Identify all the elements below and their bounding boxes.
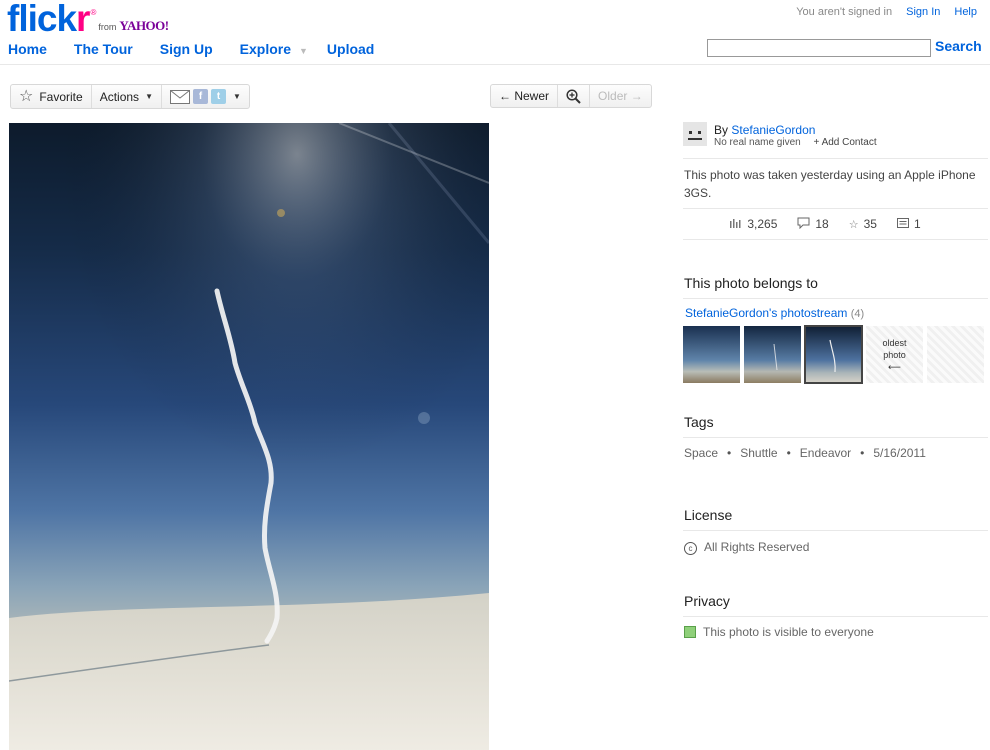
nav-the-tour[interactable]: The Tour xyxy=(74,41,133,57)
license-info[interactable]: c All Rights Reserved xyxy=(683,531,988,563)
oldest-photo-marker: oldest photo ⟵ xyxy=(866,326,923,383)
photo-stats: 3,265 18 ☆ 35 1 xyxy=(683,209,988,239)
photostream-thumbnail-current[interactable] xyxy=(804,325,863,384)
nav-home[interactable]: Home xyxy=(8,41,47,57)
photo-description: This photo was taken yesterday using an … xyxy=(684,168,976,200)
privacy-text: This photo is visible to everyone xyxy=(703,625,874,639)
favorites-count: 35 xyxy=(863,217,877,231)
twitter-icon[interactable]: t xyxy=(210,89,226,104)
zoom-button[interactable] xyxy=(558,85,591,107)
tag-separator: • xyxy=(786,446,791,460)
comments-stat[interactable]: 18 xyxy=(797,217,829,232)
share-menu-button[interactable]: f t ▼ xyxy=(162,85,249,108)
chevron-down-icon: ▼ xyxy=(145,92,153,101)
public-status-icon xyxy=(684,626,696,638)
tags-title: Tags xyxy=(684,414,714,430)
photo-pager: ← Newer Older → xyxy=(490,84,652,108)
empty-thumbnail-slot xyxy=(927,326,984,383)
help-link[interactable]: Help xyxy=(954,6,977,18)
main-photo[interactable] xyxy=(9,123,489,750)
search-input[interactable] xyxy=(707,39,931,57)
tag-link[interactable]: Endeavor xyxy=(800,446,851,460)
flickr-logo[interactable]: flickr ® from YAHOO! xyxy=(7,0,169,39)
shuttle-launch-photo xyxy=(9,123,489,750)
chevron-down-icon: ▼ xyxy=(232,92,241,101)
yahoo-logo: YAHOO! xyxy=(119,18,169,33)
email-icon[interactable] xyxy=(169,89,190,104)
views-count: 3,265 xyxy=(747,217,778,231)
account-links: You aren't signed in Sign In Help xyxy=(796,6,977,18)
license-title: License xyxy=(684,507,733,523)
privacy-title: Privacy xyxy=(684,593,730,609)
logo-from-text: from xyxy=(98,22,117,32)
tag-separator: • xyxy=(727,446,732,460)
search-button[interactable]: Search xyxy=(935,38,982,54)
nav-upload[interactable]: Upload xyxy=(327,41,374,57)
owner-block: By StefanieGordon No real name given + A… xyxy=(683,118,988,158)
views-stat: 3,265 xyxy=(730,217,777,231)
nav-explore-label: Explore xyxy=(239,41,291,57)
facebook-icon[interactable]: f xyxy=(192,89,208,104)
notes-count: 1 xyxy=(913,217,921,231)
favorites-stat[interactable]: ☆ 35 xyxy=(849,217,877,231)
notes-stat[interactable]: 1 xyxy=(896,217,921,231)
tag-link[interactable]: Space xyxy=(684,446,718,460)
owner-byline: By StefanieGordon xyxy=(714,123,877,137)
owner-name-link[interactable]: StefanieGordon xyxy=(731,123,815,137)
belongs-title: This photo belongs to xyxy=(684,275,818,291)
favorite-button[interactable]: ☆ Favorite xyxy=(11,85,92,108)
add-contact-link[interactable]: + Add Contact xyxy=(814,137,877,148)
sign-in-link[interactable]: Sign In xyxy=(906,6,940,18)
license-text: All Rights Reserved xyxy=(704,540,810,554)
arrow-left-icon: ⟵ xyxy=(888,362,901,372)
privacy-info: This photo is visible to everyone xyxy=(683,617,988,647)
photo-sidebar: By StefanieGordon No real name given + A… xyxy=(683,118,988,647)
zoom-in-icon xyxy=(566,88,581,104)
note-icon xyxy=(896,217,909,231)
divider xyxy=(683,298,988,299)
photostream-thumbnail[interactable] xyxy=(683,326,740,383)
tag-link[interactable]: Shuttle xyxy=(740,446,777,460)
logo-registered-mark: ® xyxy=(90,8,97,17)
copyright-icon: c xyxy=(684,542,697,555)
real-name-text: No real name given xyxy=(714,137,801,148)
nav-explore[interactable]: Explore ▼ xyxy=(240,41,308,57)
signed-out-status: You aren't signed in xyxy=(796,6,893,18)
nav-sign-up[interactable]: Sign Up xyxy=(160,41,213,57)
comments-count: 18 xyxy=(815,217,829,231)
views-icon xyxy=(730,218,742,231)
star-icon: ☆ xyxy=(19,87,34,105)
photostream-thumbnails: oldest photo ⟵ xyxy=(683,325,988,384)
star-icon: ☆ xyxy=(848,218,859,231)
actions-label: Actions xyxy=(99,89,140,104)
oldest-label-2: photo xyxy=(883,350,906,360)
by-label: By xyxy=(714,123,729,137)
avatar[interactable] xyxy=(683,122,707,146)
logo-wordmark: flickr xyxy=(7,0,90,39)
photostream-name: StefanieGordon's photostream xyxy=(685,306,848,320)
favorite-label: Favorite xyxy=(39,89,83,104)
older-button: Older → xyxy=(598,89,643,103)
tag-separator: • xyxy=(860,446,865,460)
photostream-thumbnail[interactable] xyxy=(744,326,801,383)
main-nav: Home The Tour Sign Up Explore ▼ Upload xyxy=(8,41,401,57)
owner-subline: No real name given + Add Contact xyxy=(714,137,877,148)
photostream-count: (4) xyxy=(850,308,865,320)
header-divider xyxy=(0,64,990,65)
comment-icon xyxy=(797,217,810,232)
photo-toolbar: ☆ Favorite Actions ▼ f t ▼ xyxy=(10,84,250,109)
tag-link[interactable]: 5/16/2011 xyxy=(873,446,926,460)
tags-list: Space • Shuttle • Endeavor • 5/16/2011 xyxy=(683,438,988,468)
newer-button[interactable]: ← Newer xyxy=(491,85,559,107)
actions-menu-button[interactable]: Actions ▼ xyxy=(92,85,162,108)
oldest-label-1: oldest xyxy=(882,338,907,348)
chevron-down-icon[interactable]: ▼ xyxy=(299,46,308,56)
photostream-link[interactable]: StefanieGordon's photostream (4) xyxy=(685,306,988,320)
